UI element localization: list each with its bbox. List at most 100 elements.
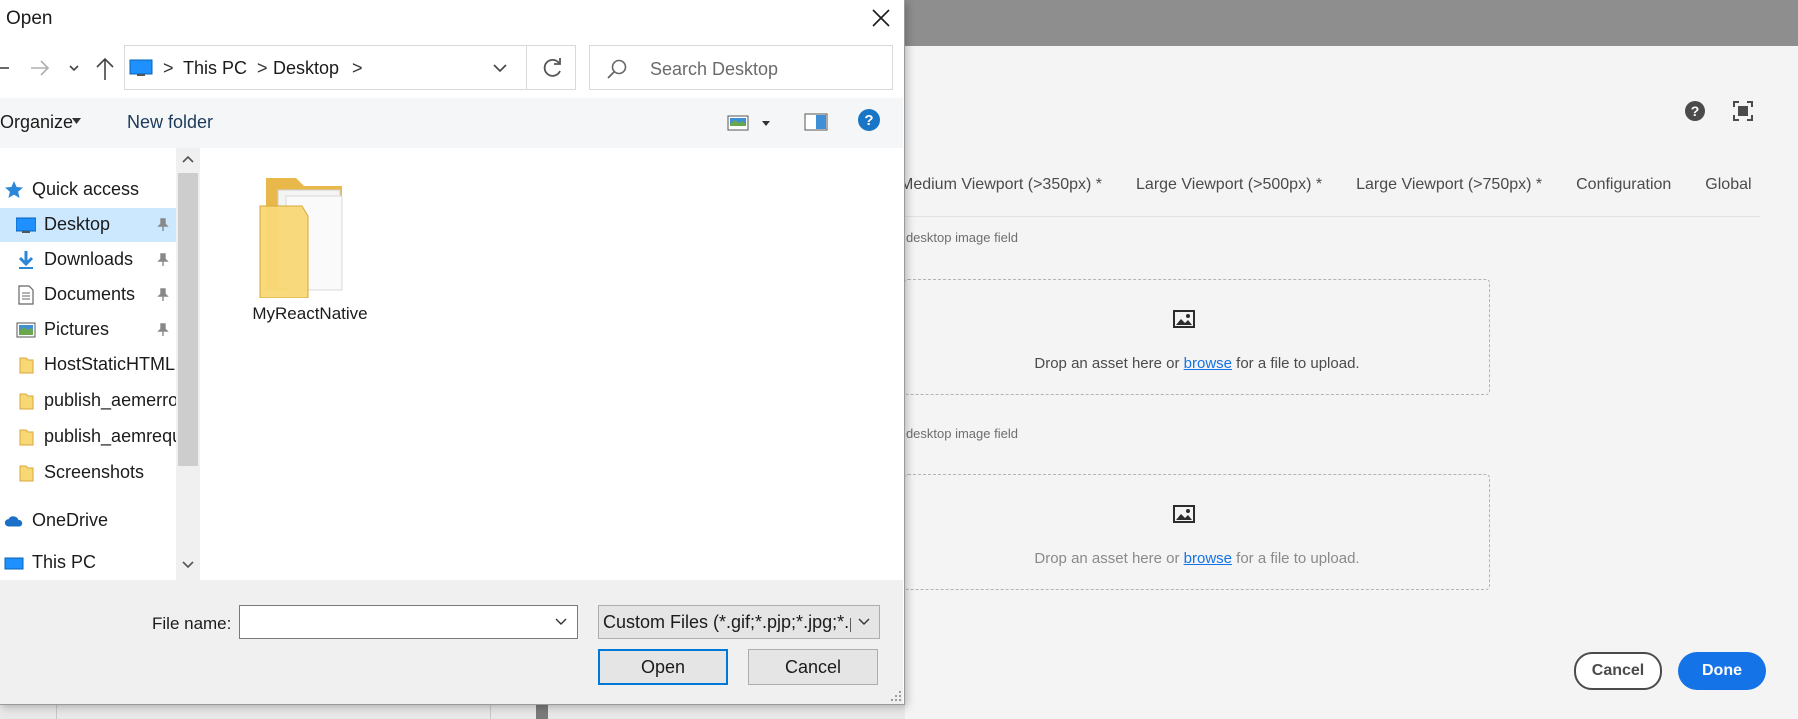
nav-item-desktop[interactable]: Desktop xyxy=(0,208,176,242)
page-divider xyxy=(56,704,57,719)
nav-item-quick-access[interactable]: Quick access xyxy=(0,173,176,207)
change-view-icon[interactable] xyxy=(726,112,772,134)
help-circle-icon[interactable]: ? xyxy=(1684,100,1706,122)
open-button[interactable]: Open xyxy=(598,649,728,685)
breadcrumb-desktop[interactable]: Desktop xyxy=(273,58,339,79)
file-type-value: Custom Files (*.gif;*.pjp;*.jpg;*.pjpeg;… xyxy=(603,612,851,632)
svg-text:?: ? xyxy=(864,112,873,129)
dropzone-text: Drop an asset here or browse for a file … xyxy=(905,550,1489,567)
svg-text:?: ? xyxy=(1691,103,1700,119)
file-type-select[interactable]: Custom Files (*.gif;*.pjp;*.jpg;*.pjpeg;… xyxy=(598,605,880,639)
browse-link[interactable]: browse xyxy=(1184,355,1232,372)
asset-dropzone[interactable]: Drop an asset here or browse for a file … xyxy=(904,474,1490,590)
nav-item-label: Desktop xyxy=(44,214,111,234)
pin-icon xyxy=(157,253,169,266)
nav-item-hoststatichtml[interactable]: HostStaticHTML xyxy=(0,348,176,382)
asset-dropzone[interactable]: Drop an asset here or browse for a file … xyxy=(904,279,1490,395)
folder-icon xyxy=(19,429,34,446)
folder-icon xyxy=(259,178,343,298)
tab-divider xyxy=(900,216,1760,217)
nav-item-label: This PC xyxy=(32,552,97,572)
up-arrow-icon[interactable] xyxy=(94,56,116,82)
close-icon[interactable] xyxy=(862,6,898,32)
scroll-up-icon[interactable] xyxy=(181,154,195,164)
nav-item-label: Downloads xyxy=(44,249,134,269)
file-name-label: File name: xyxy=(152,614,232,633)
breadcrumb-separator[interactable]: > xyxy=(163,58,174,79)
refresh-icon[interactable] xyxy=(535,54,571,82)
resize-grip-icon[interactable] xyxy=(890,690,902,702)
new-folder-button[interactable]: New folder xyxy=(127,112,213,133)
underlying-page-strip xyxy=(0,704,905,719)
nav-item-screenshots[interactable]: Screenshots xyxy=(0,456,176,490)
folder-icon xyxy=(19,465,34,482)
nav-item-label: Documents xyxy=(44,284,136,304)
desktop-icon xyxy=(16,217,36,233)
download-icon xyxy=(18,251,34,269)
address-divider xyxy=(526,46,527,89)
nav-item-pictures[interactable]: Pictures xyxy=(0,313,176,347)
nav-item-this-pc[interactable]: This PC xyxy=(0,546,176,580)
search-icon xyxy=(607,59,627,79)
document-icon xyxy=(18,285,34,305)
nav-scrollbar[interactable] xyxy=(176,148,200,580)
tab-global[interactable]: Global xyxy=(1705,176,1751,200)
tab-large-viewport-500[interactable]: Large Viewport (>500px) * xyxy=(1136,176,1322,200)
organize-button[interactable]: Organize xyxy=(0,112,73,133)
cancel-button[interactable]: Cancel xyxy=(748,649,878,685)
file-list-pane: MyReactNative xyxy=(200,148,903,580)
preview-pane-icon[interactable] xyxy=(804,111,828,133)
breadcrumb-this-pc[interactable]: This PC xyxy=(183,58,247,79)
chevron-down-icon xyxy=(858,618,870,625)
address-bar[interactable]: > This PC > Desktop > xyxy=(124,45,576,90)
fullscreen-icon[interactable] xyxy=(1732,100,1754,122)
breadcrumb-separator[interactable]: > xyxy=(257,58,268,79)
caret-down-icon[interactable] xyxy=(72,118,81,124)
search-input[interactable] xyxy=(648,56,882,82)
scrollbar-thumb[interactable] xyxy=(178,173,198,466)
open-file-dialog: Open > This PC > Desktop > Search Deskto… xyxy=(0,0,905,705)
file-name-input[interactable] xyxy=(244,612,548,634)
tab-configuration[interactable]: Configuration xyxy=(1576,176,1671,200)
chevron-down-icon[interactable] xyxy=(554,617,568,627)
dropzone-suffix: for a file to upload. xyxy=(1232,355,1360,372)
scroll-down-icon[interactable] xyxy=(181,560,195,570)
file-name-combobox[interactable] xyxy=(239,605,578,639)
folder-icon xyxy=(19,357,34,374)
nav-item-documents[interactable]: Documents xyxy=(0,278,176,312)
nav-item-publish-aemerror[interactable]: publish_aemerrorpage xyxy=(0,384,176,418)
nav-item-publish-aemrequests[interactable]: publish_aemrequests xyxy=(0,420,176,454)
pc-icon xyxy=(129,59,153,76)
page-scrollbar[interactable] xyxy=(536,704,548,719)
file-item[interactable]: MyReactNative xyxy=(248,172,372,323)
nav-item-label: publish_aemerrorpage xyxy=(44,390,176,410)
desktop-image-field-label: r desktop image field xyxy=(898,230,1018,245)
dialog-footer: File name: Custom Files (*.gif;*.pjp;*.j… xyxy=(0,580,903,704)
chevron-down-icon[interactable] xyxy=(67,58,81,78)
forward-arrow-icon[interactable] xyxy=(28,58,52,78)
cloud-icon xyxy=(4,516,23,527)
dropzone-suffix: for a file to upload. xyxy=(1232,550,1360,567)
nav-item-onedrive[interactable]: OneDrive xyxy=(0,504,176,538)
pin-icon xyxy=(157,288,169,301)
pin-icon xyxy=(157,323,169,336)
browse-link[interactable]: browse xyxy=(1184,550,1232,567)
breadcrumb-separator[interactable]: > xyxy=(352,58,363,79)
dialog-title: Open xyxy=(6,8,53,29)
help-icon[interactable]: ? xyxy=(857,108,881,132)
nav-item-label: publish_aemrequests xyxy=(44,426,176,446)
back-arrow-icon[interactable] xyxy=(0,58,14,78)
nav-item-downloads[interactable]: Downloads xyxy=(0,243,176,277)
search-box[interactable] xyxy=(589,45,893,90)
nav-item-label: OneDrive xyxy=(32,510,109,530)
nav-item-label: HostStaticHTML xyxy=(44,354,176,374)
nav-item-label: Quick access xyxy=(32,179,140,199)
star-icon xyxy=(5,181,23,198)
done-button[interactable]: Done xyxy=(1678,652,1766,690)
navigation-pane: Quick access Desktop Downloads Documents… xyxy=(0,148,178,580)
tab-large-viewport-750[interactable]: Large Viewport (>750px) * xyxy=(1356,176,1542,200)
tab-medium-viewport[interactable]: Medium Viewport (>350px) * xyxy=(900,176,1102,200)
cancel-button[interactable]: Cancel xyxy=(1574,652,1662,690)
chevron-down-icon[interactable] xyxy=(489,58,511,78)
nav-item-label: Screenshots xyxy=(44,462,145,482)
